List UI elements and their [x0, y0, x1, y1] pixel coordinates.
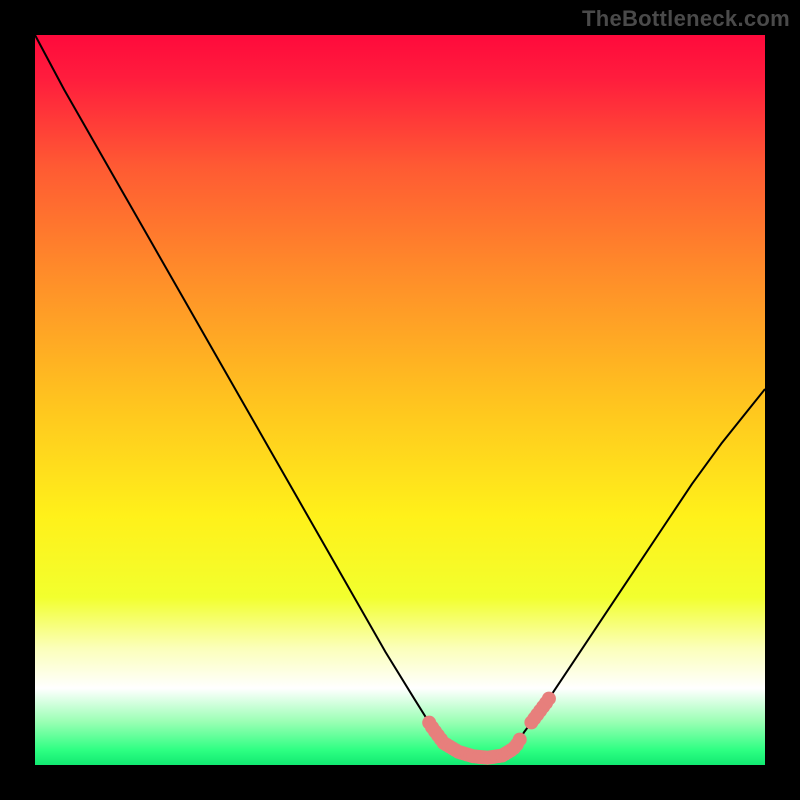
chart-stage: TheBottleneck.com [0, 0, 800, 800]
bottleneck-chart [0, 0, 800, 800]
plot-background [35, 35, 765, 765]
